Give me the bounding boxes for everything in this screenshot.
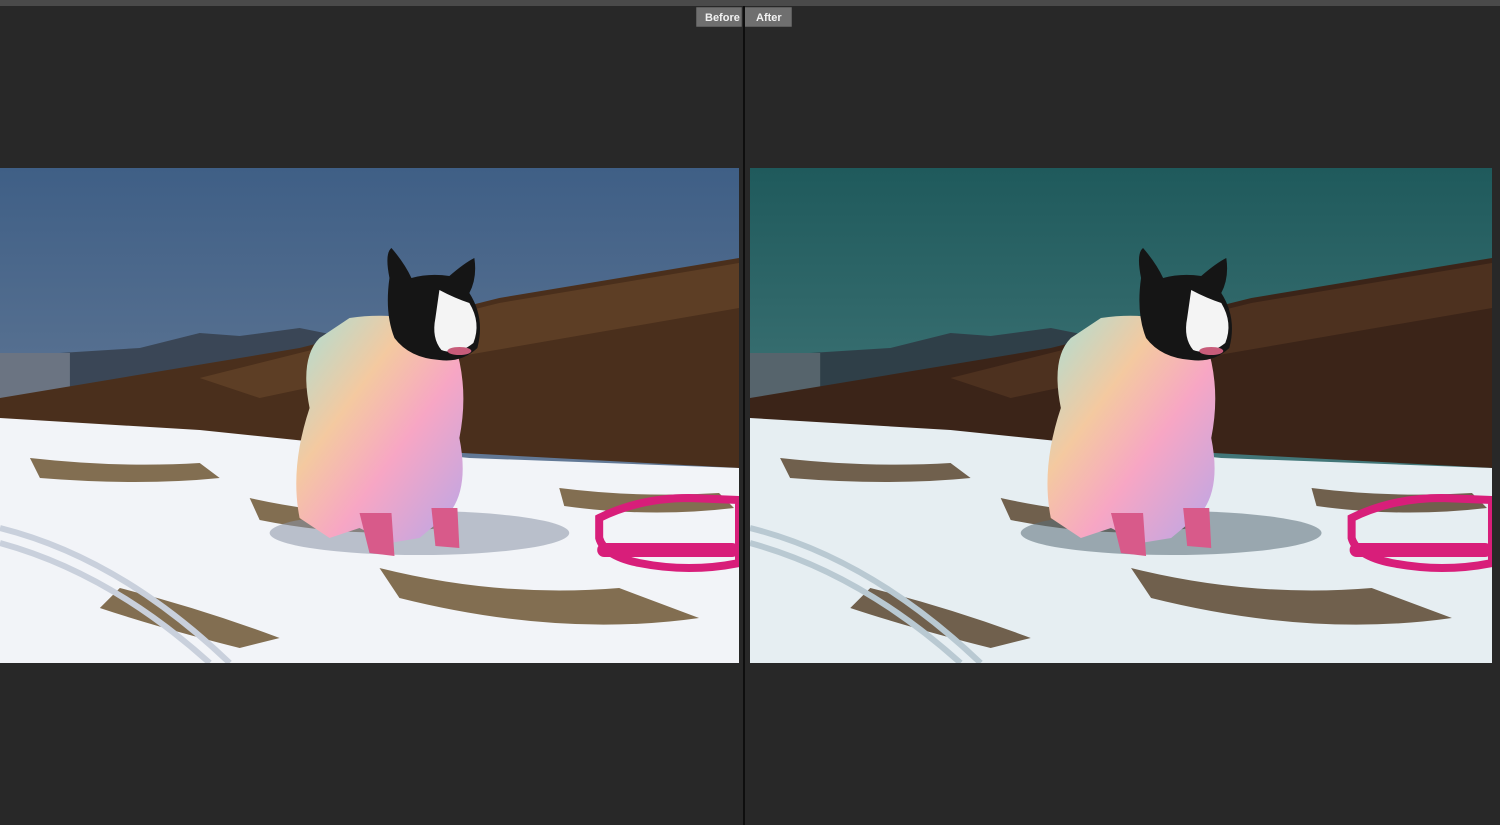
dog-mouth	[447, 347, 472, 355]
after-photo	[750, 168, 1492, 663]
after-button[interactable]: After	[744, 7, 792, 27]
top-toolbar-strip	[0, 0, 1500, 6]
before-after-viewer: Before After	[0, 0, 1500, 825]
before-photo	[0, 168, 739, 663]
before-button[interactable]: Before	[696, 7, 742, 27]
leash-handle	[597, 543, 739, 557]
split-divider[interactable]	[743, 6, 745, 825]
dog-mouth	[1199, 347, 1224, 355]
after-photo-panel	[750, 168, 1492, 663]
leash-handle	[1349, 543, 1492, 557]
before-photo-panel	[0, 168, 739, 663]
